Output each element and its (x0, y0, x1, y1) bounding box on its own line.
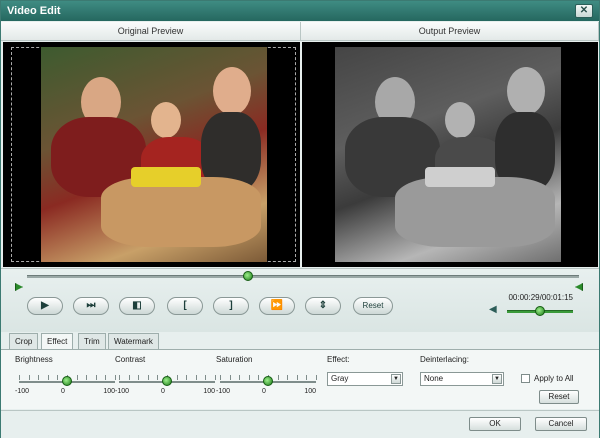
output-preview-header: Output Preview (301, 22, 599, 41)
play-icon: ▶ (41, 300, 49, 311)
slider-tick (28, 375, 30, 380)
slider-tick (316, 375, 317, 380)
close-icon[interactable]: ✕ (575, 4, 593, 18)
slider-tick (296, 375, 298, 380)
playback-controls: ▶ ⏭ ◧ [ ] ⏩ ⇕ Reset 00:00:29/00:01:15 ◀ (1, 268, 599, 332)
trim-end-marker-icon[interactable] (575, 283, 583, 291)
slider-tick (147, 375, 149, 380)
deinterlacing-select-value: None (424, 374, 444, 383)
center-button[interactable]: ⇕ (305, 297, 341, 315)
go-end-icon: ⏩ (270, 300, 284, 311)
saturation-mid: 0 (262, 388, 266, 395)
deinterlacing-select[interactable]: None ▼ (420, 372, 504, 386)
contrast-max: 100 (203, 388, 215, 395)
time-display: 00:00:29/00:01:15 (508, 293, 573, 302)
effect-select[interactable]: Gray ▼ (327, 372, 403, 386)
output-video-frame (335, 47, 561, 262)
saturation-min: -100 (216, 388, 231, 395)
go-end-button[interactable]: ⏩ (259, 297, 295, 315)
video-edit-window: Video Edit ✕ Original Preview Output Pre… (0, 0, 600, 438)
slider-tick (220, 375, 221, 380)
contrast-mid: 0 (161, 388, 165, 395)
center-icon: ⇕ (318, 300, 328, 311)
slider-tick (57, 375, 59, 380)
slider-tick (47, 375, 49, 380)
next-frame-button[interactable]: ⏭ (73, 297, 109, 315)
effect-select-value: Gray (331, 374, 349, 383)
effect-settings-panel: Brightness -100 0 100 Contrast -100 0 10… (1, 349, 599, 409)
snapshot-icon: ◧ (132, 300, 142, 311)
original-video-frame (41, 47, 267, 262)
contrast-slider-group: Contrast -100 0 100 (115, 355, 216, 399)
slider-tick (287, 375, 289, 380)
window-title: Video Edit (7, 5, 61, 17)
effect-label: Effect: (327, 355, 350, 364)
seek-bar[interactable] (27, 271, 579, 281)
slider-tick (38, 375, 40, 380)
volume-thumb[interactable] (535, 306, 545, 316)
saturation-label: Saturation (216, 355, 253, 364)
slider-tick (205, 375, 207, 380)
playback-reset-button[interactable]: Reset (353, 297, 393, 315)
apply-to-all-checkbox[interactable] (521, 374, 530, 383)
chevron-down-icon: ▼ (492, 374, 502, 384)
saturation-thumb[interactable] (263, 376, 273, 386)
slider-tick (239, 375, 241, 380)
slider-tick (128, 375, 130, 380)
saturation-max: 100 (304, 388, 316, 395)
slider-tick (76, 375, 78, 380)
slider-tick (195, 375, 197, 380)
tab-effect[interactable]: Effect (41, 333, 74, 350)
slider-tick (277, 375, 279, 380)
brightness-thumb[interactable] (62, 376, 72, 386)
capture-button[interactable]: ◧ (119, 297, 155, 315)
dialog-footer: OK Cancel (1, 410, 599, 438)
saturation-slider-group: Saturation -100 0 100 (216, 355, 317, 399)
trim-start-marker-icon[interactable] (15, 283, 23, 291)
apply-to-all-label: Apply to All (534, 374, 574, 383)
volume-slider[interactable] (507, 306, 573, 316)
brightness-label: Brightness (15, 355, 53, 364)
slider-tick (176, 375, 178, 380)
play-button[interactable]: ▶ (27, 297, 63, 315)
slider-tick (138, 375, 140, 380)
contrast-thumb[interactable] (162, 376, 172, 386)
brightness-max: 100 (103, 388, 115, 395)
set-start-button[interactable]: [ (167, 297, 203, 315)
tab-crop[interactable]: Crop (9, 333, 39, 349)
slider-tick (105, 375, 107, 380)
bracket-left-icon: [ (183, 300, 187, 311)
slider-tick (95, 375, 97, 380)
slider-tick (186, 375, 188, 380)
tab-trim[interactable]: Trim (78, 333, 106, 349)
original-preview-header: Original Preview (1, 22, 301, 41)
effect-reset-button[interactable]: Reset (539, 390, 579, 404)
chevron-down-icon: ▼ (391, 374, 401, 384)
slider-tick (119, 375, 120, 380)
title-bar: Video Edit ✕ (1, 1, 599, 21)
original-preview-pane (3, 42, 300, 267)
brightness-min: -100 (15, 388, 30, 395)
output-preview-pane (302, 42, 598, 267)
bracket-right-icon: ] (229, 300, 233, 311)
step-forward-icon: ⏭ (86, 300, 96, 311)
set-end-button[interactable]: ] (213, 297, 249, 315)
seek-thumb[interactable] (242, 271, 253, 281)
slider-tick (19, 375, 20, 380)
slider-tick (229, 375, 231, 380)
slider-tick (86, 375, 88, 380)
slider-tick (248, 375, 250, 380)
tab-watermark[interactable]: Watermark (108, 333, 159, 349)
speaker-icon: ◀ (489, 304, 497, 315)
cancel-button[interactable]: Cancel (535, 417, 587, 431)
brightness-slider-group: Brightness -100 0 100 (15, 355, 116, 399)
deinterlacing-label: Deinterlacing: (420, 355, 469, 364)
slider-tick (258, 375, 260, 380)
slider-tick (157, 375, 159, 380)
contrast-min: -100 (115, 388, 130, 395)
brightness-mid: 0 (61, 388, 65, 395)
ok-button[interactable]: OK (469, 417, 521, 431)
contrast-label: Contrast (115, 355, 146, 364)
slider-tick (306, 375, 308, 380)
